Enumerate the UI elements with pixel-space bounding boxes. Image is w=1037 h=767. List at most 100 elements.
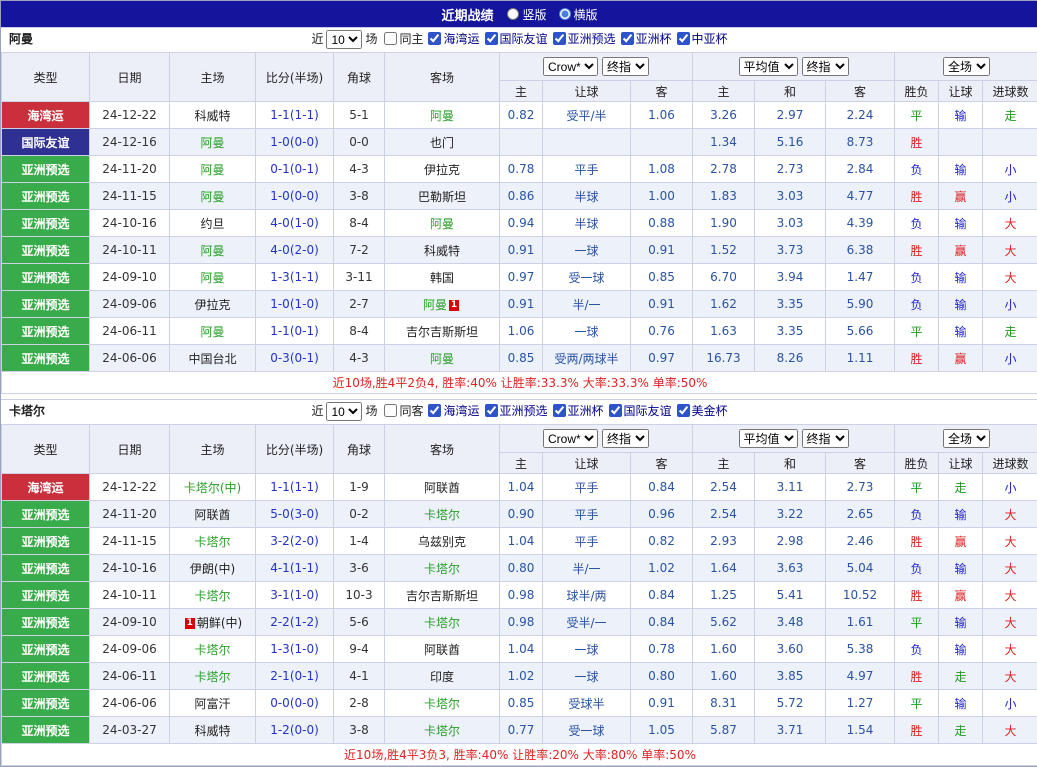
home-team[interactable]: 卡塔尔(中) (170, 474, 256, 501)
competition-checkbox[interactable] (428, 404, 441, 417)
competition-checkbox[interactable] (485, 404, 498, 417)
score[interactable]: 1-1(1-1) (256, 102, 334, 129)
competition-badge[interactable]: 亚洲预选 (2, 555, 90, 582)
home-team[interactable]: 卡塔尔 (170, 528, 256, 555)
avg-select[interactable]: 平均值 (739, 429, 798, 448)
score[interactable]: 0-3(0-1) (256, 345, 334, 372)
home-team[interactable]: 卡塔尔 (170, 582, 256, 609)
competition-checkbox[interactable] (609, 404, 622, 417)
away-team[interactable]: 吉尔吉斯斯坦 (385, 582, 500, 609)
same-side-checkbox-label[interactable]: 同主 (384, 32, 423, 46)
score[interactable]: 4-0(1-0) (256, 210, 334, 237)
competition-checkbox[interactable] (485, 32, 498, 45)
competition-checkbox[interactable] (621, 32, 634, 45)
away-team[interactable]: 吉尔吉斯斯坦 (385, 318, 500, 345)
away-team[interactable]: 卡塔尔 (385, 690, 500, 717)
score[interactable]: 2-1(0-1) (256, 663, 334, 690)
scope-select[interactable]: 全场 (943, 57, 990, 76)
home-team[interactable]: 1朝鲜(中) (170, 609, 256, 636)
away-team[interactable]: 乌兹别克 (385, 528, 500, 555)
handicap-stage-select[interactable]: 终指 (602, 429, 649, 448)
competition-badge[interactable]: 亚洲预选 (2, 291, 90, 318)
avg-stage-select[interactable]: 终指 (802, 57, 849, 76)
competition-checkbox-label[interactable]: 亚洲杯 (621, 32, 672, 46)
competition-checkbox-label[interactable]: 亚洲杯 (553, 404, 604, 418)
score[interactable]: 3-1(1-0) (256, 582, 334, 609)
away-team[interactable]: 卡塔尔 (385, 501, 500, 528)
competition-checkbox-label[interactable]: 中亚杯 (677, 32, 728, 46)
same-side-checkbox[interactable] (384, 404, 397, 417)
view-option-vertical[interactable]: 竖版 (507, 6, 546, 23)
avg-stage-select[interactable]: 终指 (802, 429, 849, 448)
score[interactable]: 1-1(0-1) (256, 318, 334, 345)
score[interactable]: 1-3(1-0) (256, 636, 334, 663)
competition-checkbox[interactable] (553, 404, 566, 417)
competition-checkbox-label[interactable]: 国际友谊 (485, 32, 548, 46)
competition-checkbox-label[interactable]: 亚洲预选 (553, 32, 616, 46)
competition-badge[interactable]: 亚洲预选 (2, 237, 90, 264)
score[interactable]: 4-1(1-1) (256, 555, 334, 582)
same-side-checkbox[interactable] (384, 32, 397, 45)
away-team[interactable]: 也门 (385, 129, 500, 156)
match-count-select[interactable]: 10 (326, 402, 362, 421)
competition-badge[interactable]: 国际友谊 (2, 129, 90, 156)
score[interactable]: 0-0(0-0) (256, 690, 334, 717)
competition-checkbox-label[interactable]: 美金杯 (677, 404, 728, 418)
home-team[interactable]: 阿曼 (170, 318, 256, 345)
avg-select[interactable]: 平均值 (739, 57, 798, 76)
bookmaker-select[interactable]: Crow* (543, 57, 598, 76)
same-side-checkbox-label[interactable]: 同客 (384, 404, 423, 418)
away-team[interactable]: 阿联酋 (385, 636, 500, 663)
home-team[interactable]: 中国台北 (170, 345, 256, 372)
away-team[interactable]: 阿曼1 (385, 291, 500, 318)
away-team[interactable]: 韩国 (385, 264, 500, 291)
match-count-select[interactable]: 10 (326, 30, 362, 49)
competition-badge[interactable]: 亚洲预选 (2, 717, 90, 744)
competition-badge[interactable]: 亚洲预选 (2, 528, 90, 555)
away-team[interactable]: 巴勒斯坦 (385, 183, 500, 210)
score[interactable]: 4-0(2-0) (256, 237, 334, 264)
bookmaker-select[interactable]: Crow* (543, 429, 598, 448)
competition-badge[interactable]: 海湾运 (2, 102, 90, 129)
competition-checkbox-label[interactable]: 亚洲预选 (485, 404, 548, 418)
score[interactable]: 1-0(1-0) (256, 291, 334, 318)
home-team[interactable]: 阿联酋 (170, 501, 256, 528)
home-team[interactable]: 阿曼 (170, 129, 256, 156)
view-radio[interactable] (559, 8, 571, 20)
home-team[interactable]: 约旦 (170, 210, 256, 237)
score[interactable]: 1-2(0-0) (256, 717, 334, 744)
home-team[interactable]: 阿曼 (170, 183, 256, 210)
competition-badge[interactable]: 亚洲预选 (2, 264, 90, 291)
competition-checkbox[interactable] (677, 32, 690, 45)
away-team[interactable]: 伊拉克 (385, 156, 500, 183)
home-team[interactable]: 卡塔尔 (170, 636, 256, 663)
competition-badge[interactable]: 亚洲预选 (2, 609, 90, 636)
score[interactable]: 1-0(0-0) (256, 183, 334, 210)
away-team[interactable]: 阿曼 (385, 345, 500, 372)
score[interactable]: 1-0(0-0) (256, 129, 334, 156)
competition-badge[interactable]: 亚洲预选 (2, 636, 90, 663)
competition-checkbox[interactable] (428, 32, 441, 45)
away-team[interactable]: 阿曼 (385, 102, 500, 129)
scope-select[interactable]: 全场 (943, 429, 990, 448)
competition-badge[interactable]: 亚洲预选 (2, 690, 90, 717)
home-team[interactable]: 阿富汗 (170, 690, 256, 717)
competition-badge[interactable]: 亚洲预选 (2, 318, 90, 345)
home-team[interactable]: 阿曼 (170, 264, 256, 291)
away-team[interactable]: 科威特 (385, 237, 500, 264)
view-radio[interactable] (507, 8, 519, 20)
view-option-horizontal[interactable]: 横版 (559, 6, 598, 23)
home-team[interactable]: 科威特 (170, 717, 256, 744)
competition-checkbox-label[interactable]: 国际友谊 (609, 404, 672, 418)
home-team[interactable]: 科威特 (170, 102, 256, 129)
home-team[interactable]: 卡塔尔 (170, 663, 256, 690)
score[interactable]: 0-1(0-1) (256, 156, 334, 183)
away-team[interactable]: 阿曼 (385, 210, 500, 237)
away-team[interactable]: 印度 (385, 663, 500, 690)
competition-badge[interactable]: 亚洲预选 (2, 663, 90, 690)
competition-checkbox-label[interactable]: 海湾运 (428, 404, 479, 418)
competition-checkbox-label[interactable]: 海湾运 (428, 32, 479, 46)
competition-badge[interactable]: 海湾运 (2, 474, 90, 501)
away-team[interactable]: 卡塔尔 (385, 717, 500, 744)
handicap-stage-select[interactable]: 终指 (602, 57, 649, 76)
